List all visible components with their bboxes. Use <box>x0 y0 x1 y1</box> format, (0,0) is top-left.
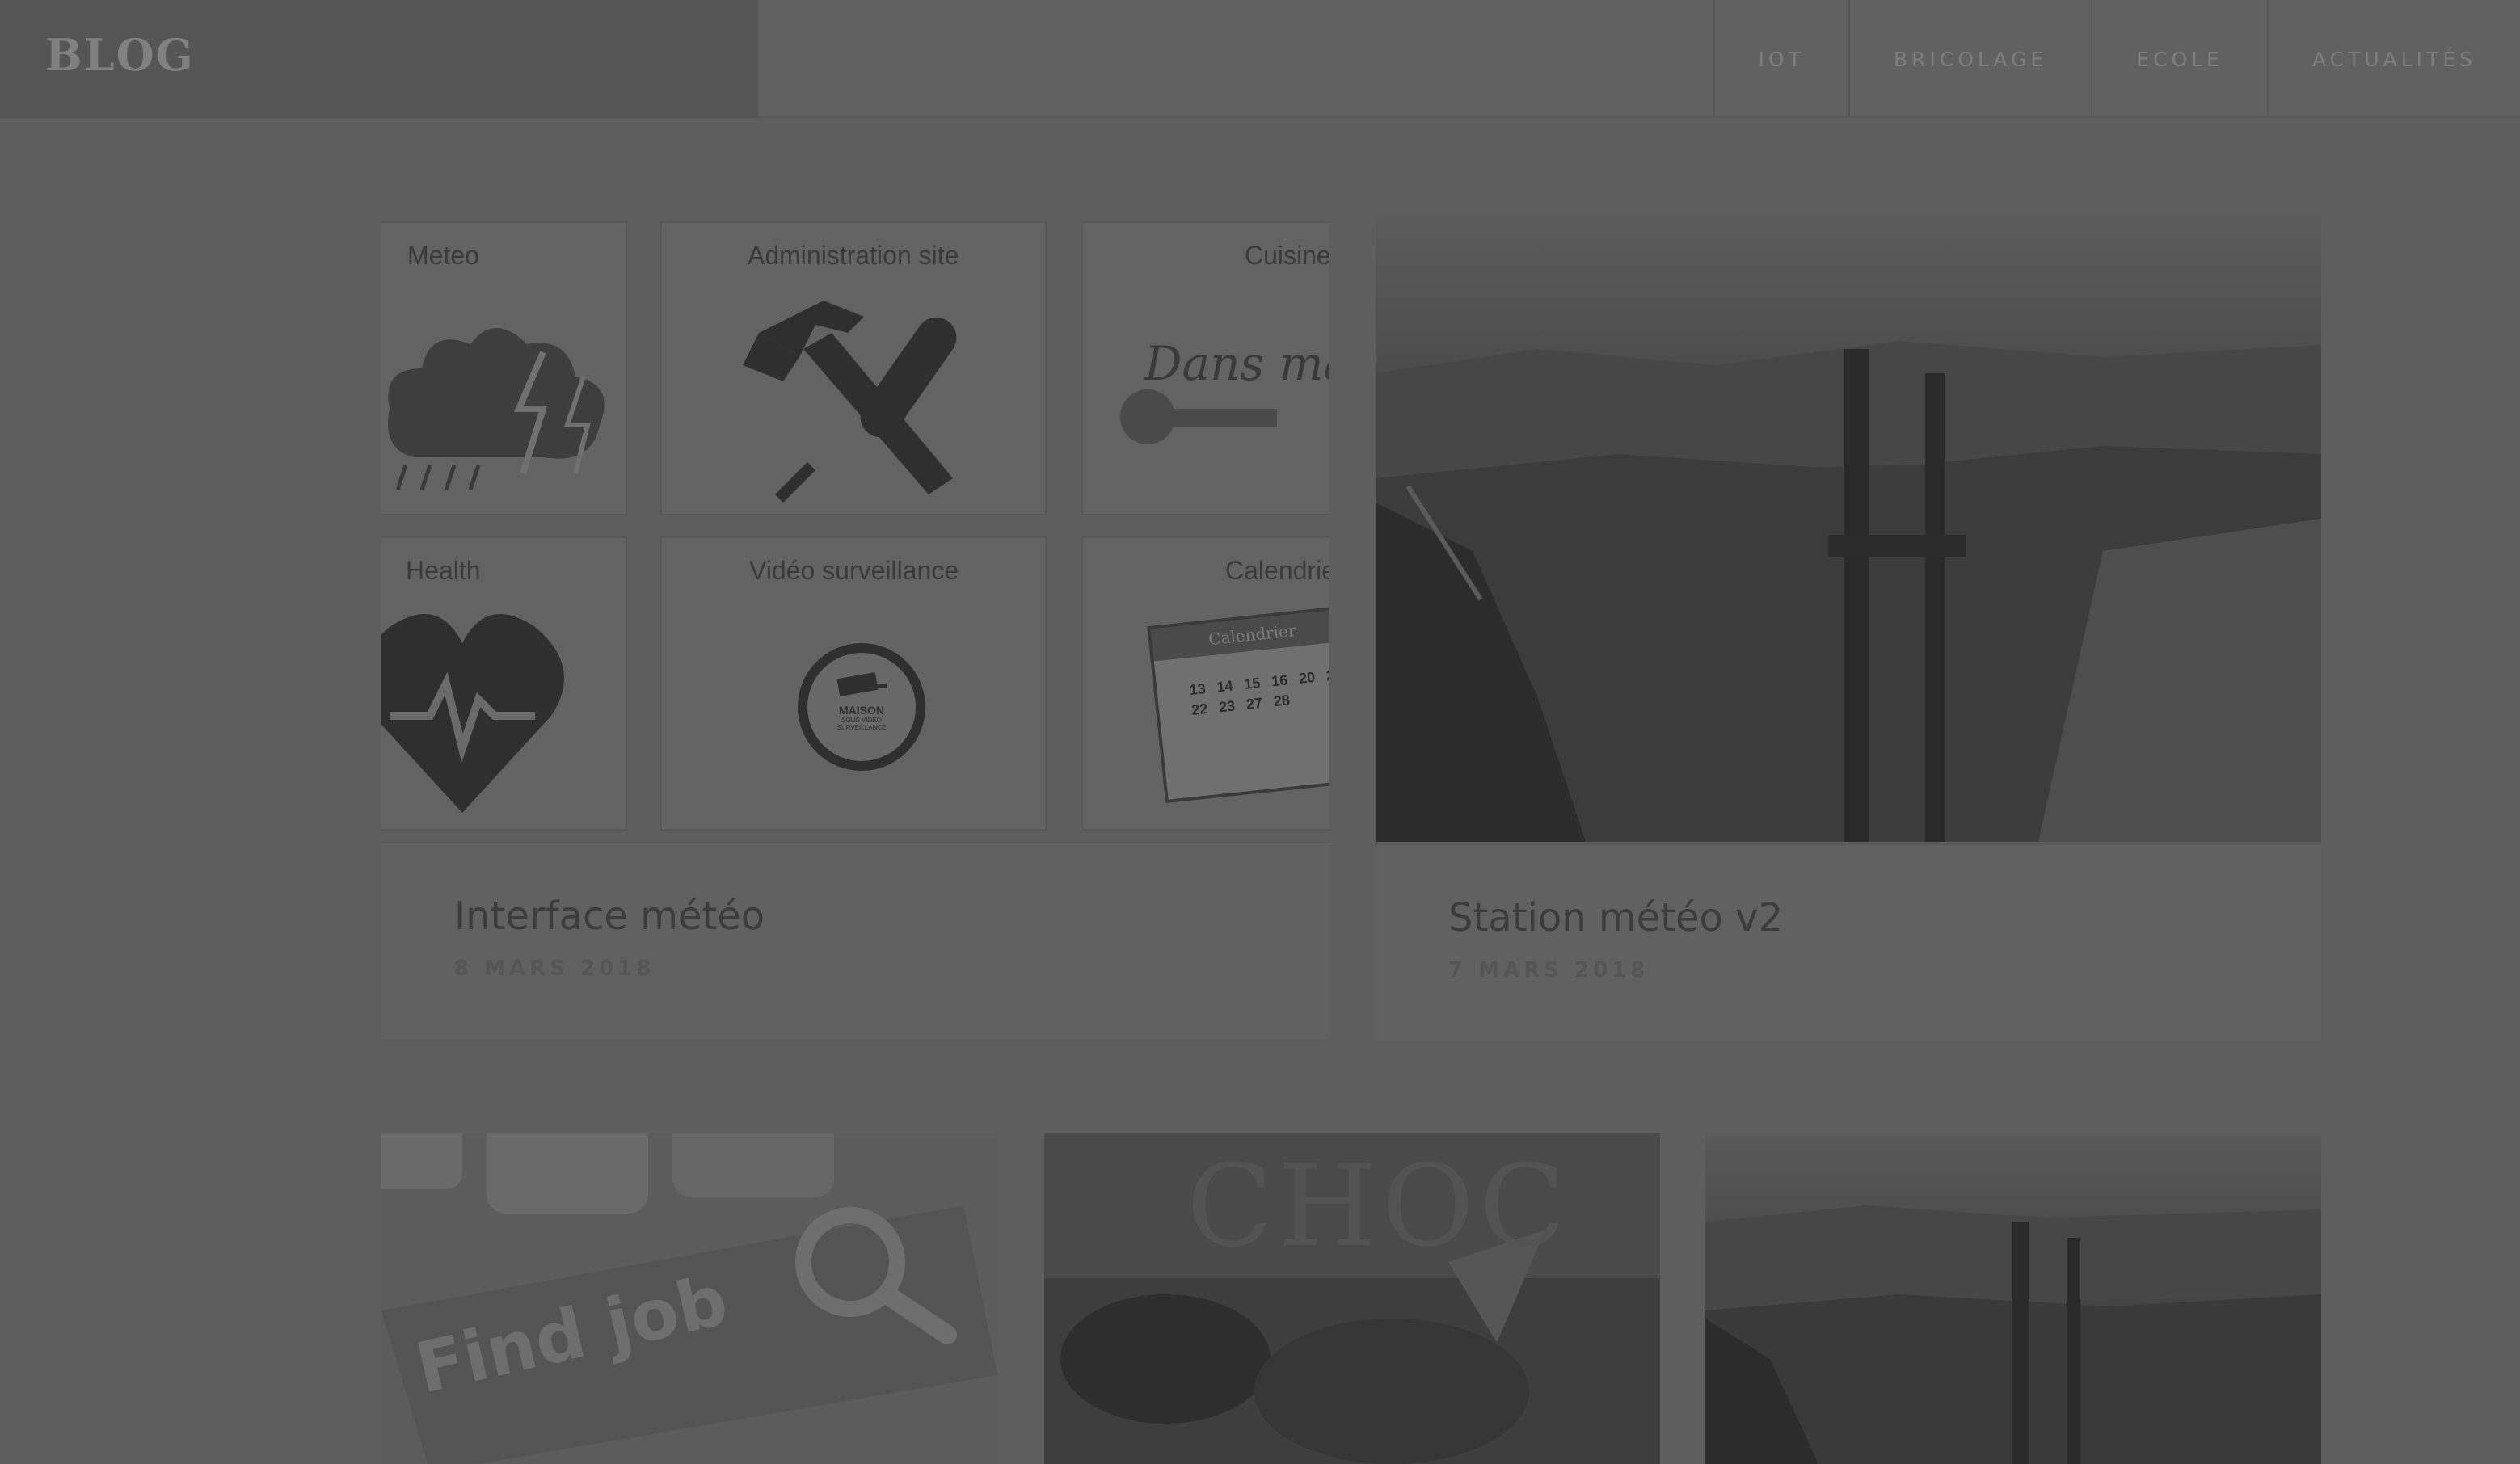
calendar-days: 13 14 15 16 20 21 22 23 27 28 <box>1188 666 1329 718</box>
calendar-illustration: Calendrier 13 14 15 16 20 21 22 23 27 28 <box>1147 604 1329 803</box>
post-card-body: Interface météo 8 MARS 2018 <box>381 842 1329 1039</box>
tile-cuisine: Cuisine Dans ma c <box>1081 221 1329 515</box>
post-thumbnail-mountain[interactable] <box>1705 1133 2321 1464</box>
camera-badge-line3: SURVEILLANCE <box>836 724 887 731</box>
post-title[interactable]: Station météo v2 <box>1448 895 1783 940</box>
tile-health: Health <box>381 536 627 831</box>
nav-item-iot[interactable]: IOT <box>1713 0 1848 118</box>
tile-label: Meteo <box>407 241 479 270</box>
tile-administration-site: Administration site <box>660 221 1047 515</box>
tile-label: Calendrier <box>1225 556 1329 585</box>
nav-item-ecole[interactable]: ECOLE <box>2091 0 2267 118</box>
nav-item-bricolage[interactable]: BRICOLAGE <box>1848 0 2091 118</box>
heart-icon <box>381 614 564 813</box>
camera-surveillance-badge: MAISON SOUS VIDEO SURVEILLANCE <box>798 643 925 771</box>
tile-video-surveillance: Vidéo surveillance MAISON SOUS VIDEO SUR… <box>660 536 1047 831</box>
post-title[interactable]: Interface météo <box>454 894 765 939</box>
post-date: 8 MARS 2018 <box>454 957 655 981</box>
camera-badge-line1: MAISON <box>839 704 884 717</box>
brand-area: BLOG <box>0 0 758 118</box>
calendar-header: Calendrier <box>1150 608 1329 662</box>
nav-item-actualites[interactable]: ACTUALITÉS <box>2266 0 2520 118</box>
main-menu: IOT BRICOLAGE ECOLE ACTUALITÉS <box>1713 0 2520 118</box>
post-thumbnail-chocolat[interactable]: CHOC <box>1044 1133 1660 1464</box>
post-card-interface-meteo[interactable]: Meteo Administration site Cuisine Dans m… <box>381 213 1329 1039</box>
post-image-mountain-station <box>1376 212 2321 842</box>
mountain-landscape <box>1705 1205 2321 1464</box>
camera-badge-line2: SOUS VIDEO <box>841 717 882 724</box>
storm-cloud-icon <box>388 328 605 490</box>
tile-meteo: Meteo <box>381 221 627 515</box>
tile-calendrier: Calendrier Calendrier 131415162021222327… <box>1081 536 1329 831</box>
camera-icon <box>836 671 887 697</box>
thermometer-icon <box>1120 389 1277 444</box>
post-thumbnail-find-job[interactable]: Find job <box>381 1133 997 1464</box>
top-navigation-bar: BLOG IOT BRICOLAGE ECOLE ACTUALITÉS <box>0 0 2520 118</box>
mountain-landscape <box>1376 341 2321 842</box>
post-image-tile-grid: Meteo Administration site Cuisine Dans m… <box>381 213 1329 842</box>
hammer-screwdriver-icon <box>743 301 957 503</box>
tile-label: Health <box>406 556 481 585</box>
site-logo[interactable]: BLOG <box>45 29 195 81</box>
post-card-station-meteo-v2[interactable]: Station météo v2 7 MARS 2018 <box>1376 212 2321 1041</box>
tile-label: Cuisine <box>1245 241 1329 270</box>
post-card-body: Station météo v2 7 MARS 2018 <box>1376 843 2321 1041</box>
post-date: 7 MARS 2018 <box>1448 958 1650 982</box>
tile-label: Vidéo surveillance <box>749 556 959 585</box>
tile-label: Administration site <box>748 241 959 270</box>
choc-text: CHOC <box>1186 1141 1571 1273</box>
